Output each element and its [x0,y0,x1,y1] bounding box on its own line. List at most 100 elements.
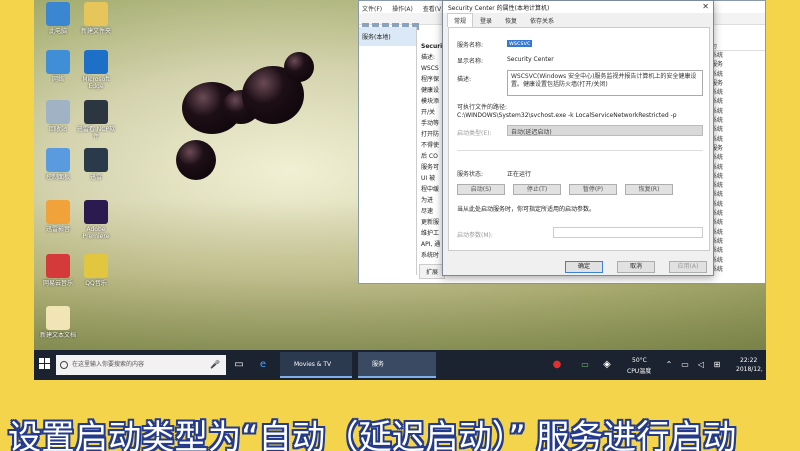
new-folder-icon [84,2,108,26]
record-icon[interactable]: ● [550,358,564,372]
dialog-title: Security Center 的属性(本地计算机) [448,5,550,12]
desktop-icon[interactable]: 此电脑 [38,2,78,35]
recycle-bin-icon [46,100,70,124]
premiere-icon [84,200,108,224]
clock-time[interactable]: 22:22 [740,357,757,364]
text-doc-icon [46,306,70,330]
display-name-label: 显示名称: [457,58,484,65]
taskbar-search-input[interactable]: 在这里输入你要搜索的内容 🎤 [56,355,226,375]
divider [457,150,703,151]
desktop-icon-label: 新建文本文档 [39,332,76,339]
startup-type-select[interactable]: 自动(延迟启动) [507,125,703,136]
desktop-icon[interactable]: 网络 [38,50,78,83]
description-label: 描述: [457,76,472,83]
dialog-tabs: 常规 登录 恢复 依存关系 [443,13,713,27]
desktop-icon-label: 此电脑 [48,28,67,35]
desktop-icon[interactable]: 新建文本文档 [38,306,78,339]
ime-icon[interactable]: ⊞ [710,358,724,372]
desktop-icon[interactable]: 网易云音乐 [38,254,78,287]
desktop-icon[interactable]: 迅雷 [76,148,116,181]
menu-action[interactable]: 操作(A) [392,6,413,13]
desktop-icon[interactable]: 迅雷影音 [38,200,78,233]
path-label: 可执行文件的路径: [457,104,508,111]
dialog-titlebar: Security Center 的属性(本地计算机) ✕ [443,1,713,13]
desktop-icon-label: 迅雷影音 [45,226,70,233]
desktop-screen: 此电脑 新建文件夹网络 Microsoft Edge 回收站 迅雷看 NCP软件控制面板… [34,0,766,380]
services-tree: 服务(本地) [359,27,417,275]
service-name-value[interactable]: wscsvc [507,40,533,47]
battery-icon[interactable]: ▭ [574,358,596,372]
network-icon [46,50,70,74]
start-params-input[interactable] [553,227,703,238]
desktop-icon[interactable]: QQ音乐 [76,254,116,287]
edge-desktop-icon [84,50,108,74]
start-button[interactable]: 启动(S) [457,184,505,195]
network-icon[interactable]: ▭ [678,358,692,372]
menu-view[interactable]: 查看(V) [423,6,444,13]
windows-start-icon[interactable] [39,358,51,370]
wallpaper-blob [176,140,216,180]
start-params-hint: 当从此处启动服务时，你可指定所适用的启动参数。 [457,206,596,213]
cpu-temp-value[interactable]: 50°C [632,357,647,364]
service-status-label: 服务状态: [457,171,484,178]
desktop-icon-label: 迅雷 [89,174,102,181]
cortana-icon [60,361,68,369]
microphone-icon[interactable]: 🎤 [210,360,220,370]
xunlei-ncp-icon [84,100,108,124]
desktop-icon[interactable]: Adobe Premiere [76,200,116,240]
this-pc-icon [46,2,70,26]
desktop-icon[interactable]: 控制面板 [38,148,78,181]
menu-file[interactable]: 文件(F) [362,6,382,13]
desktop-icon-label: Adobe Premiere [82,226,110,240]
desktop-icon-label: QQ音乐 [85,280,107,287]
tab-dependencies[interactable]: 依存关系 [524,14,560,27]
tray-up-icon[interactable]: ⌃ [662,358,676,372]
caption-text: 设置启动类型为“自动（延迟启动）” 服务进行启动 [8,418,737,451]
stop-button[interactable]: 停止(T) [513,184,561,195]
resume-button[interactable]: 恢复(R) [625,184,673,195]
tab-recovery[interactable]: 恢复 [499,14,523,27]
taskbar-app-services[interactable]: 服务 [358,352,436,378]
xunlei-player-icon [46,200,70,224]
desktop-icon-label: Microsoft Edge [82,76,110,90]
clock-date[interactable]: 2018/12, [736,366,763,373]
start-params-label: 启动参数(M): [457,232,493,239]
edge-icon[interactable]: e [256,358,270,372]
wallpaper-blob [284,52,314,82]
control-panel-icon [46,148,70,172]
close-icon[interactable]: ✕ [702,2,709,11]
tab-general[interactable]: 常规 [447,13,474,27]
cpu-temp-label: CPU温度 [627,368,652,375]
general-tab-panel: 服务名称: wscsvc 显示名称: Security Center 描述: W… [448,27,710,251]
properties-dialog: Security Center 的属性(本地计算机) ✕ 常规 登录 恢复 依存… [442,0,714,276]
desktop-icon-label: 新建文件夹 [80,28,111,35]
apply-button[interactable]: 应用(A) [669,261,707,273]
task-view-icon[interactable]: ▭ [232,358,246,372]
search-placeholder: 在这里输入你要搜索的内容 [72,361,145,368]
cancel-button[interactable]: 取消 [617,261,655,273]
app-tray-icon[interactable]: ◈ [600,358,614,372]
desktop-icon[interactable]: 回收站 [38,100,78,133]
desktop-icon-label: 迅雷看 NCP软件 [76,126,116,140]
desktop-icon[interactable]: 新建文件夹 [76,2,116,35]
path-value[interactable]: C:\WINDOWS\System32\svchost.exe -k Local… [457,112,677,119]
desktop-icon-label: 回收站 [48,126,67,133]
tab-logon[interactable]: 登录 [474,14,498,27]
ok-button[interactable]: 确定 [565,261,603,273]
taskbar: 在这里输入你要搜索的内容 🎤 ▭ e Movies & TV 服务 ● ▭ ◈ … [34,350,766,380]
desktop-icon[interactable]: Microsoft Edge [76,50,116,90]
volume-icon[interactable]: ◁ [694,358,708,372]
desktop-icon[interactable]: 迅雷看 NCP软件 [76,100,116,140]
desktop-icon-label: 控制面板 [45,174,70,181]
service-name-label: 服务名称: [457,42,484,49]
desktop-icon-label: 网络 [51,76,64,83]
tree-item-services-local[interactable]: 服务(本地) [359,27,416,46]
display-name-value[interactable]: Security Center [507,56,554,63]
service-status-value: 正在运行 [507,171,532,178]
netease-music-icon [46,254,70,278]
qq-music-icon [84,254,108,278]
pause-button[interactable]: 暂停(P) [569,184,617,195]
description-box[interactable]: WSCSVC(Windows 安全中心)服务监视并报告计算机上的安全健康设置。健… [507,70,703,96]
desktop-icon-label: 网易云音乐 [42,280,73,287]
taskbar-app-movies[interactable]: Movies & TV [280,352,352,378]
